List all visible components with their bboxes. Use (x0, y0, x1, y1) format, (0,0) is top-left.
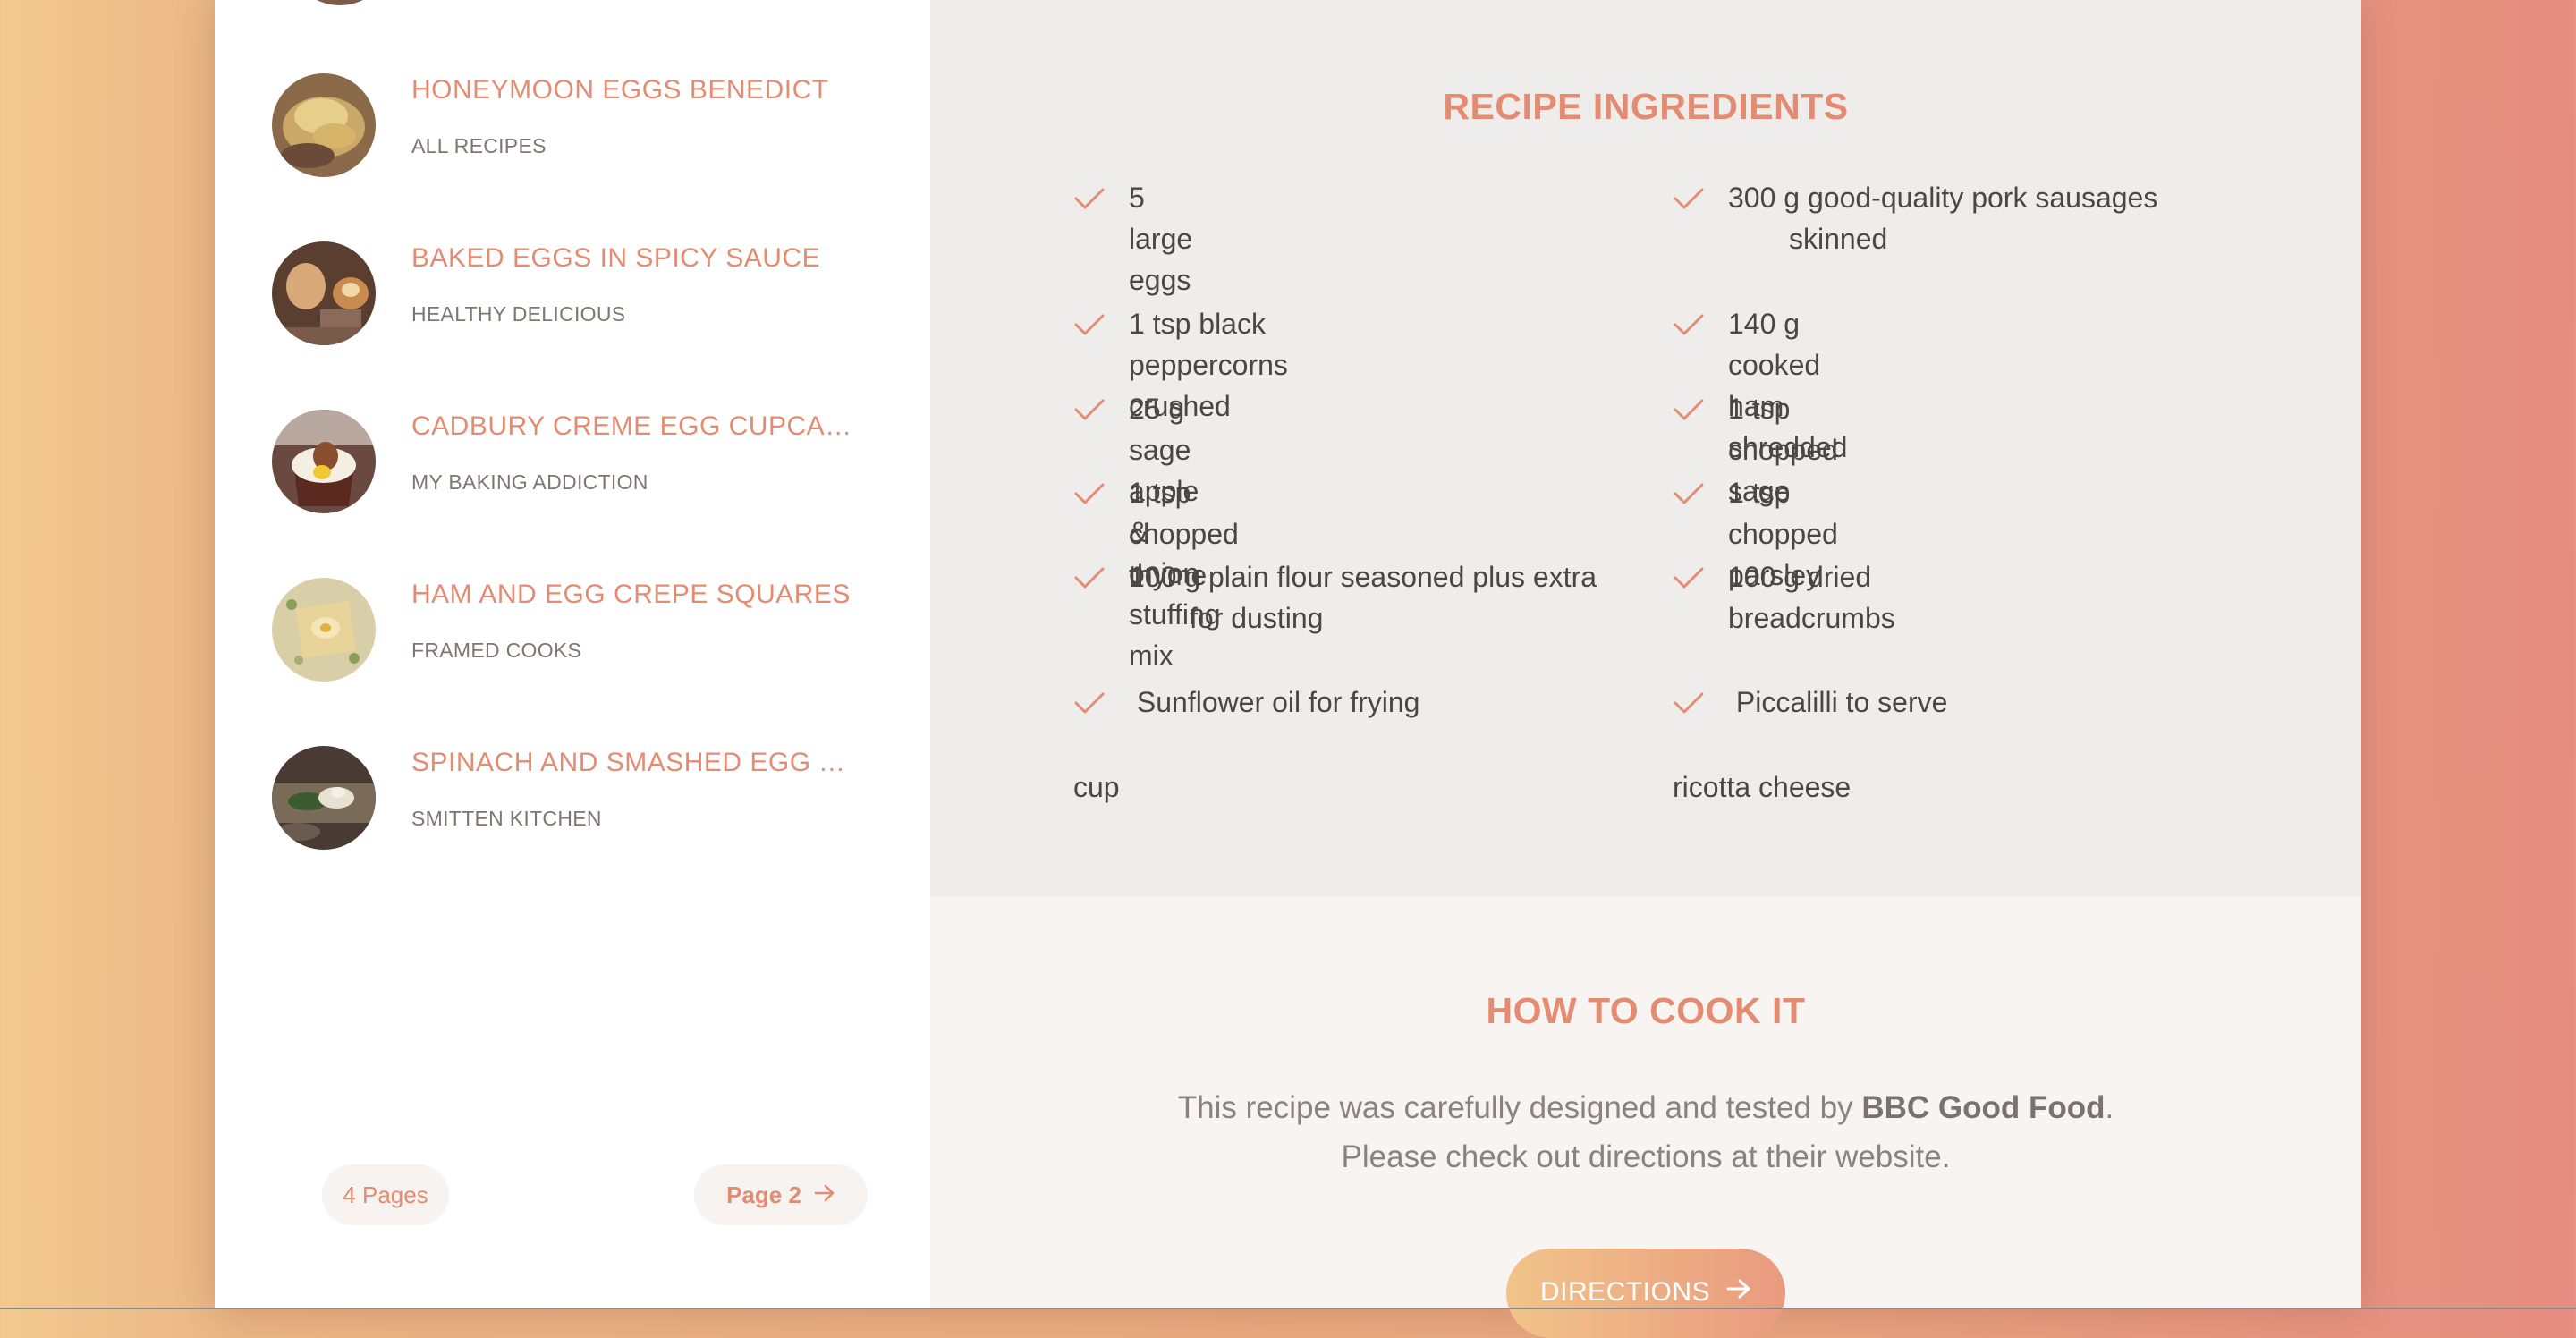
check-icon (1674, 692, 1704, 714)
recipe-title[interactable]: SPINACH AND SMASHED EGG TO... (411, 748, 859, 778)
recipe-thumbnail[interactable] (288, 0, 392, 5)
list-item[interactable]: BAKED EGGS IN SPICY SAUCE HEALTHY DELICI… (272, 241, 880, 367)
directions-label: DIRECTIONS (1539, 1277, 1710, 1307)
ingredients-section: RECIPE INGREDIENTS 5 large eggs 1 tsp bl… (930, 0, 2361, 897)
check-icon (1674, 314, 1704, 335)
recipe-thumbnail[interactable] (272, 73, 376, 177)
check-icon (1074, 567, 1105, 589)
arrow-right-icon (814, 1181, 835, 1209)
recipe-title[interactable]: BAKED EGGS IN SPICY SAUCE (411, 243, 820, 274)
directions-button[interactable]: DIRECTIONS (1506, 1249, 1785, 1338)
list-item[interactable]: CADBURY CREME EGG CUPCAKES MY BAKING ADD… (272, 410, 880, 535)
page-count-label: 4 Pages (343, 1181, 428, 1208)
recipe-source: MY BAKING ADDICTION (411, 470, 648, 494)
check-icon (1074, 483, 1105, 504)
recipe-title[interactable]: CADBURY CREME EGG CUPCAKES (411, 411, 859, 442)
recipe-source: FRAMED COOKS (411, 639, 582, 662)
recipe-source: ALL RECIPES (411, 134, 547, 157)
ingredient-text: 300 g good-quality pork sausages (1728, 182, 2158, 214)
howto-text-start: This recipe was carefully designed and t… (1177, 1090, 1862, 1125)
check-icon (1074, 188, 1105, 209)
check-icon (1074, 692, 1105, 714)
recipe-source: HEALTHY DELICIOUS (411, 302, 626, 326)
recipe-thumbnail[interactable] (272, 241, 376, 345)
recipe-thumbnail[interactable] (272, 578, 376, 682)
next-page-button[interactable]: Page 2 (694, 1164, 868, 1225)
ingredient-text: 5 large eggs (1129, 182, 1193, 296)
list-item[interactable]: SPINACH AND SMASHED EGG TO... SMITTEN KI… (272, 746, 880, 871)
check-icon (1074, 399, 1105, 420)
recipe-thumbnail[interactable] (272, 746, 376, 850)
section-title: RECIPE INGREDIENTS (1443, 86, 1849, 127)
ingredient-text: Piccalilli to serve (1728, 686, 1948, 718)
ingredient-text-continued: skinned (1789, 223, 1888, 255)
ingredient-text: Sunflower oil for frying (1129, 686, 1420, 718)
ingredient-text: 100 g plain flour seasoned plus extra (1129, 561, 1597, 593)
next-page-label: Page 2 (726, 1181, 801, 1208)
app-window: HONEYMOON EGGS BENEDICT ALL RECIPES BAKE… (215, 0, 2361, 1338)
check-icon (1074, 314, 1105, 335)
list-item[interactable]: HAM AND EGG CREPE SQUARES FRAMED COOKS (272, 578, 880, 703)
check-icon (1674, 567, 1704, 589)
extra-ingredient: ricotta cheese (1673, 771, 1852, 803)
list-item[interactable]: HONEYMOON EGGS BENEDICT ALL RECIPES (272, 73, 880, 199)
recipe-sidebar: HONEYMOON EGGS BENEDICT ALL RECIPES BAKE… (215, 0, 930, 1309)
recipe-thumbnail[interactable] (272, 410, 376, 513)
ingredient-text: 100 g dried breadcrumbs (1728, 561, 1895, 634)
check-icon (1674, 483, 1704, 504)
recipe-source: SMITTEN KITCHEN (411, 807, 602, 830)
recipe-title[interactable]: HONEYMOON EGGS BENEDICT (411, 75, 829, 106)
recipe-source-name: BBC Good Food (1861, 1090, 2106, 1125)
check-icon (1674, 188, 1704, 209)
arrow-right-icon (1726, 1277, 1751, 1308)
how-to-cook-section: HOW TO COOK IT This recipe was carefully… (930, 897, 2361, 1338)
ingredient-text-continued: for dusting (1190, 602, 1324, 634)
extra-ingredient: cup (1073, 771, 1120, 803)
page-count-badge: 4 Pages (322, 1164, 449, 1225)
check-icon (1674, 399, 1704, 420)
recipe-title[interactable]: HAM AND EGG CREPE SQUARES (411, 580, 851, 610)
howto-description: This recipe was carefully designed and t… (1145, 1083, 2147, 1181)
section-title: HOW TO COOK IT (1486, 990, 1806, 1031)
